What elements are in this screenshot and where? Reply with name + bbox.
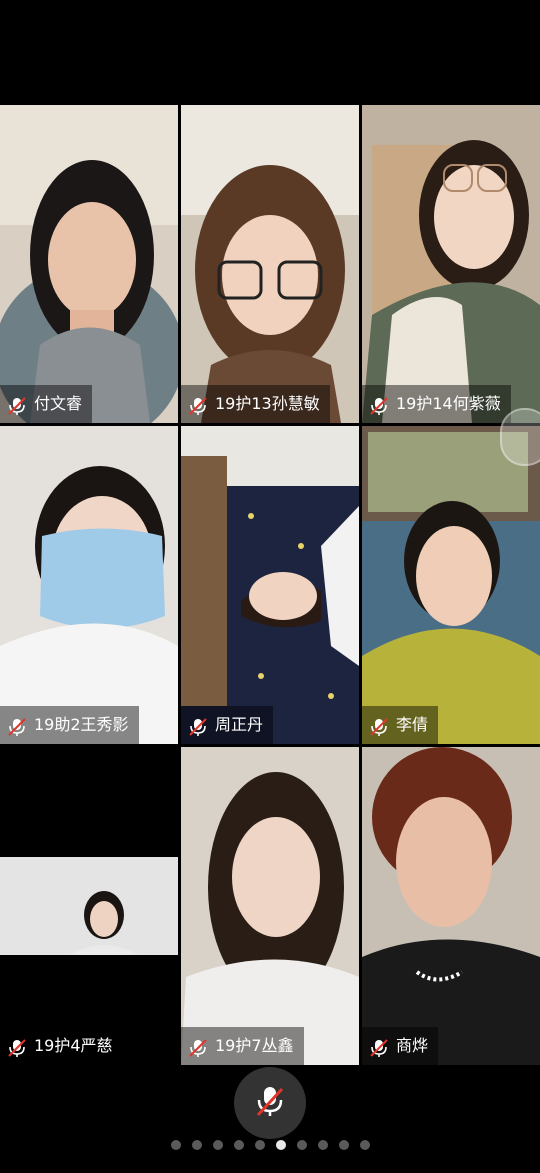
participant-name: 19护13孙慧敏 xyxy=(215,394,320,413)
muted-mic-icon xyxy=(187,1035,209,1057)
video-feed xyxy=(181,747,359,1065)
participant-tile[interactable]: 19护7丛鑫 xyxy=(181,747,359,1065)
page-dot[interactable] xyxy=(317,1140,328,1150)
muted-mic-icon xyxy=(6,393,28,415)
muted-mic-icon xyxy=(368,393,390,415)
page-dot[interactable] xyxy=(338,1140,349,1150)
participant-label: 19护14何紫薇 xyxy=(362,385,511,423)
muted-mic-icon xyxy=(187,393,209,415)
muted-mic-icon xyxy=(6,714,28,736)
muted-mic-icon xyxy=(187,714,209,736)
video-grid: 付文睿 19护13孙慧敏 19护14何紫薇 19助2王秀影 周正丹 李倩 19护… xyxy=(0,105,540,1067)
microphone-toggle-button[interactable] xyxy=(234,1067,306,1139)
video-feed xyxy=(362,426,540,744)
participant-name: 19护4严慈 xyxy=(34,1036,113,1055)
participant-tile[interactable]: 付文睿 xyxy=(0,105,178,423)
participant-name: 周正丹 xyxy=(215,715,264,734)
participant-name: 付文睿 xyxy=(34,394,83,413)
page-dot[interactable] xyxy=(233,1140,244,1150)
video-feed xyxy=(0,426,178,744)
participant-label: 付文睿 xyxy=(0,385,93,423)
page-dot[interactable] xyxy=(212,1140,223,1150)
page-dot[interactable] xyxy=(359,1140,370,1150)
muted-mic-icon xyxy=(250,1081,290,1125)
participant-label: 商烨 xyxy=(362,1027,439,1065)
page-dot[interactable] xyxy=(191,1140,202,1150)
participant-tile[interactable]: 商烨 xyxy=(362,747,540,1065)
page-dot[interactable] xyxy=(254,1140,265,1150)
page-indicator[interactable] xyxy=(0,1138,540,1152)
page-dot[interactable] xyxy=(296,1140,307,1150)
participant-tile[interactable]: 19护14何紫薇 xyxy=(362,105,540,423)
participant-label: 李倩 xyxy=(362,706,439,744)
video-feed xyxy=(181,426,359,744)
participant-name: 19护7丛鑫 xyxy=(215,1036,294,1055)
page-dot[interactable] xyxy=(170,1140,181,1150)
participant-tile[interactable]: 19护13孙慧敏 xyxy=(181,105,359,423)
participant-tile[interactable]: 周正丹 xyxy=(181,426,359,744)
participant-name: 李倩 xyxy=(396,715,429,734)
participant-tile[interactable]: 19助2王秀影 xyxy=(0,426,178,744)
floating-assistant-button[interactable] xyxy=(500,408,540,466)
video-feed xyxy=(362,747,540,1065)
video-feed xyxy=(0,105,178,423)
participant-label: 周正丹 xyxy=(181,706,274,744)
participant-label: 19护7丛鑫 xyxy=(181,1027,304,1065)
muted-mic-icon xyxy=(368,714,390,736)
muted-mic-icon xyxy=(368,1035,390,1057)
participant-label: 19护13孙慧敏 xyxy=(181,385,330,423)
participant-label: 19助2王秀影 xyxy=(0,706,139,744)
participant-tile[interactable]: 李倩 xyxy=(362,426,540,744)
video-feed xyxy=(362,105,540,423)
video-feed xyxy=(0,747,178,1065)
video-feed xyxy=(181,105,359,423)
participant-name: 19助2王秀影 xyxy=(34,715,129,734)
page-dot-active[interactable] xyxy=(275,1140,286,1150)
muted-mic-icon xyxy=(6,1035,28,1057)
participant-tile[interactable]: 19护4严慈 xyxy=(0,747,178,1065)
participant-name: 商烨 xyxy=(396,1036,429,1055)
participant-name: 19护14何紫薇 xyxy=(396,394,501,413)
participant-label: 19护4严慈 xyxy=(0,1027,123,1065)
